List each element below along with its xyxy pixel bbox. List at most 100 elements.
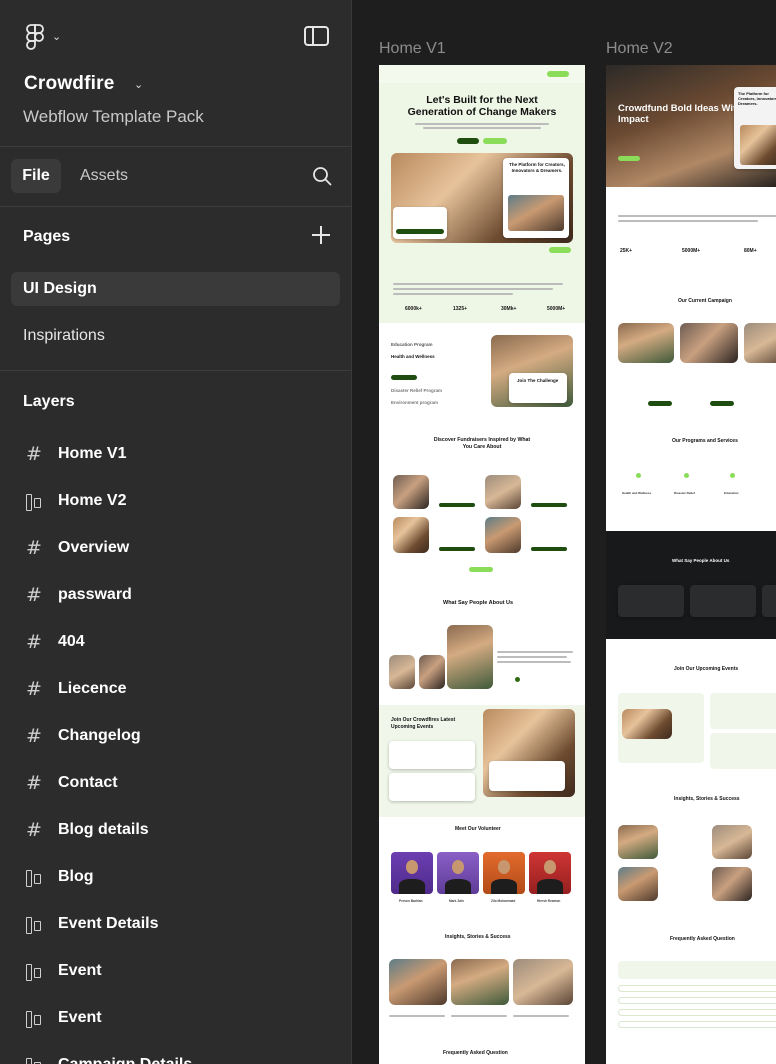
program-button bbox=[391, 375, 417, 380]
layer-item-label: Overview bbox=[58, 539, 130, 556]
text-line bbox=[423, 127, 541, 129]
layer-item[interactable]: # Home V1 bbox=[22, 442, 126, 466]
faq-item bbox=[618, 997, 776, 1004]
blog-image bbox=[513, 959, 573, 1005]
layer-item[interactable]: Campaign Details bbox=[22, 1053, 192, 1064]
text-line bbox=[497, 651, 573, 653]
layer-item[interactable]: Event bbox=[22, 1006, 102, 1030]
section-icon bbox=[22, 959, 46, 983]
event-card bbox=[389, 773, 475, 801]
layer-item[interactable]: Home V2 bbox=[22, 489, 126, 513]
toggle-sidebar-icon[interactable] bbox=[304, 26, 329, 46]
layer-item[interactable]: Event bbox=[22, 959, 102, 983]
frame-hash-icon: # bbox=[26, 772, 42, 794]
progress-bar bbox=[439, 547, 475, 551]
stat-value: 5000M+ bbox=[682, 248, 701, 254]
progress-bar bbox=[531, 503, 567, 507]
layer-item-label: Home V2 bbox=[58, 492, 127, 509]
layer-item[interactable]: # passward bbox=[22, 583, 132, 607]
blog-image bbox=[451, 959, 509, 1005]
layer-item[interactable]: # Contact bbox=[22, 771, 118, 795]
divider bbox=[0, 146, 351, 147]
program-item: Health and Wellness bbox=[391, 354, 435, 359]
donate-button bbox=[710, 401, 734, 406]
events-heading: Join Our Crowdfires Latest Upcoming Even… bbox=[391, 717, 456, 730]
frame-label-home-v2[interactable]: Home V2 bbox=[606, 40, 673, 58]
frame-hash-icon: # bbox=[26, 443, 42, 465]
hero-card-title: The Platform for Creators, Innovators & … bbox=[738, 91, 776, 106]
text-line bbox=[497, 656, 567, 658]
project-chevron-down-icon[interactable]: ⌄ bbox=[134, 78, 143, 91]
frame-home-v1[interactable]: Let's Built for the Next Generation of C… bbox=[379, 65, 585, 1064]
testimonial-card bbox=[690, 585, 756, 617]
fundraisers-heading: Discover Fundraisers Inspired by What Yo… bbox=[433, 437, 531, 450]
program-icon bbox=[684, 473, 689, 478]
events-heading: Join Our Upcoming Events bbox=[674, 666, 739, 672]
testimonial-thumb bbox=[419, 655, 445, 689]
blog-image bbox=[712, 825, 752, 859]
project-name[interactable]: Crowdfire bbox=[24, 73, 114, 95]
frame-hash-icon: # bbox=[26, 631, 42, 653]
testimonials-heading: What Say People About Us bbox=[443, 600, 514, 606]
insights-heading: Insights, Stories & Success bbox=[674, 796, 740, 802]
search-icon[interactable] bbox=[312, 166, 332, 186]
testimonial-card bbox=[618, 585, 684, 617]
volunteer-heading: Meet Our Volunteer bbox=[455, 826, 501, 832]
frame-label-home-v1[interactable]: Home V1 bbox=[379, 40, 446, 58]
text-line bbox=[497, 661, 571, 663]
layer-item-label: Campaign Details bbox=[58, 1056, 192, 1064]
text-line bbox=[513, 1015, 569, 1017]
page-item-ui-design[interactable]: UI Design bbox=[11, 272, 340, 306]
design-canvas[interactable]: Home V1 Home V2 Let's Built for the Next… bbox=[353, 0, 776, 1064]
stat-value: 30Mk+ bbox=[501, 306, 517, 312]
text-line bbox=[393, 288, 553, 290]
divider bbox=[0, 206, 351, 207]
main-menu-chevron-icon[interactable]: ⌄ bbox=[52, 30, 61, 43]
layer-item[interactable]: # Overview bbox=[22, 536, 129, 560]
program-item: Disaster Relief bbox=[674, 491, 695, 495]
layer-item-label: passward bbox=[58, 586, 132, 603]
faq-heading: Frequently Asked Question bbox=[670, 936, 735, 942]
frame-home-v2[interactable]: Crowdfund Bold Ideas With Real Impact Th… bbox=[606, 65, 776, 1064]
layer-item-label: Changelog bbox=[58, 727, 141, 744]
text-line bbox=[393, 293, 513, 295]
program-item: Health and Wellness bbox=[622, 491, 652, 495]
blog-image bbox=[618, 867, 658, 901]
challenge-card-title: Join The Challenge bbox=[517, 378, 559, 383]
faq-heading: Frequently Asked Question bbox=[443, 1050, 508, 1056]
layer-item[interactable]: # Changelog bbox=[22, 724, 141, 748]
add-page-plus-icon[interactable] bbox=[312, 226, 330, 244]
insights-heading: Insights, Stories & Success bbox=[445, 934, 511, 940]
layer-item[interactable]: # Liecence bbox=[22, 677, 126, 701]
stat-value: 1325+ bbox=[453, 306, 468, 312]
frame-hash-icon: # bbox=[26, 819, 42, 841]
page-item-inspirations[interactable]: Inspirations bbox=[11, 319, 340, 353]
hero-card-image bbox=[740, 125, 776, 165]
programs-heading: Education Program bbox=[391, 342, 433, 347]
tab-assets[interactable]: Assets bbox=[80, 167, 128, 185]
fundraiser-image bbox=[485, 517, 521, 553]
program-item: Education bbox=[724, 491, 739, 495]
blog-image bbox=[389, 959, 447, 1005]
hero-primary-button bbox=[618, 156, 640, 161]
frame-hash-icon: # bbox=[26, 678, 42, 700]
layer-item[interactable]: # Blog details bbox=[22, 818, 149, 842]
stat-value: 5000M+ bbox=[547, 306, 566, 312]
testimonial-thumb bbox=[389, 655, 415, 689]
figma-logo-icon[interactable] bbox=[24, 24, 46, 50]
sidebar-topbar: ⌄ bbox=[0, 0, 351, 72]
layer-item[interactable]: Event Details bbox=[22, 912, 158, 936]
tab-file[interactable]: File bbox=[11, 159, 61, 193]
volunteer-photo bbox=[529, 852, 571, 894]
text-line bbox=[451, 1015, 507, 1017]
layers-sidebar: ⌄ Crowdfire ⌄ Webflow Template Pack File… bbox=[0, 0, 352, 1064]
pages-section-title: Pages bbox=[23, 228, 71, 245]
layer-item[interactable]: Blog bbox=[22, 865, 94, 889]
section-icon bbox=[22, 489, 46, 513]
event-image bbox=[622, 709, 672, 739]
event-overlay-card bbox=[489, 761, 565, 791]
frame-hash-icon: # bbox=[26, 584, 42, 606]
layer-item-label: Event bbox=[58, 962, 102, 979]
layer-item[interactable]: #404 bbox=[22, 630, 85, 654]
testimonial-photo bbox=[447, 625, 493, 689]
